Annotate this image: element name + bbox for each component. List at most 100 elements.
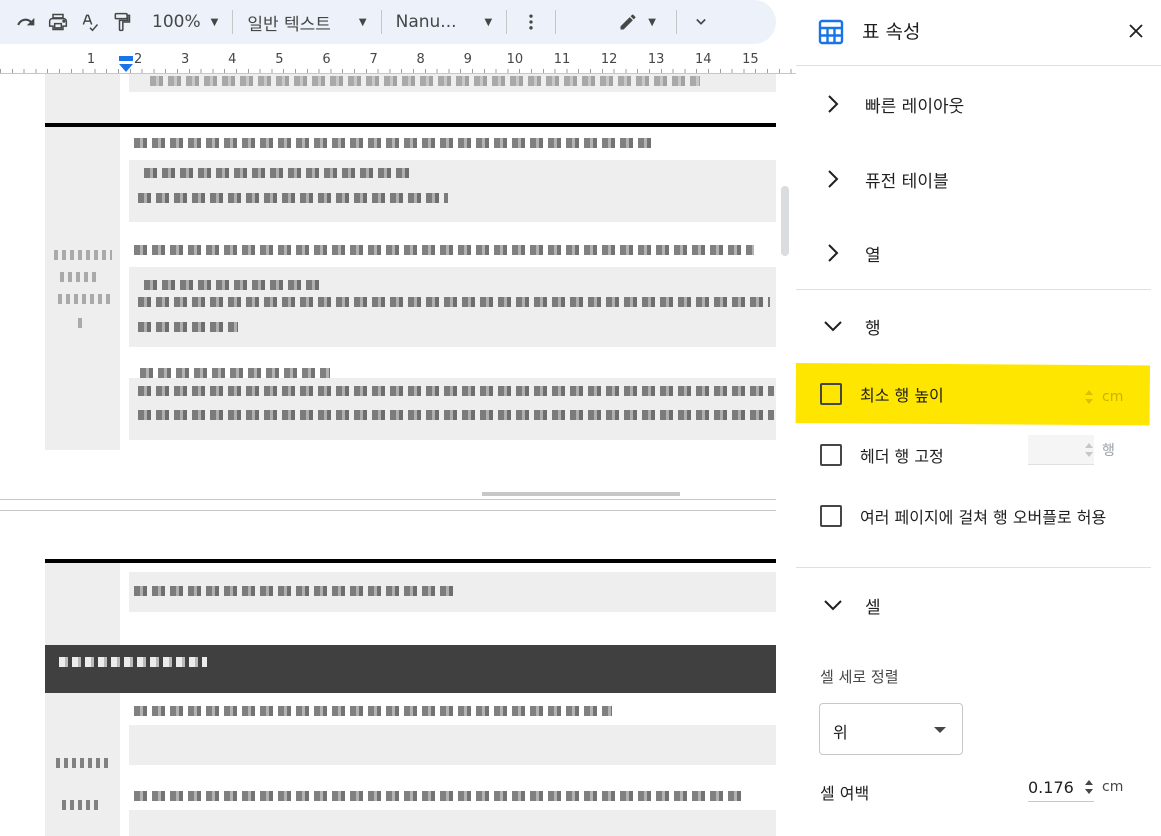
style-value: 일반 텍스트: [247, 14, 331, 35]
pin-header-rows-option[interactable]: 헤더 행 고정: [820, 443, 944, 467]
toolbar-divider: [675, 10, 677, 34]
min-row-height-label: 최소 행 높이: [860, 386, 944, 405]
pin-header-rows-field[interactable]: 행: [1028, 433, 1115, 467]
min-row-height-input[interactable]: [1028, 382, 1094, 412]
blurred-text: [58, 294, 110, 304]
blurred-text: [62, 800, 102, 810]
pin-header-rows-input[interactable]: [1028, 435, 1094, 465]
section-label: 열: [865, 245, 881, 266]
allow-overflow-option[interactable]: 여러 페이지에 걸쳐 행 오버플로 허용: [820, 504, 1106, 528]
ruler-number: 9: [463, 52, 472, 67]
min-row-height-option[interactable]: 최소 행 높이: [820, 382, 944, 406]
unit-label: cm: [1102, 389, 1124, 405]
blurred-text: [60, 272, 100, 282]
chevron-down-icon: [824, 600, 842, 611]
spin-arrows-icon[interactable]: [1084, 441, 1094, 459]
chevron-down-icon: ▼: [484, 16, 493, 28]
close-icon: [1129, 24, 1143, 38]
more-icon[interactable]: [515, 6, 547, 38]
ruler-number: 14: [695, 52, 712, 67]
cell-vertical-align-select[interactable]: 위: [819, 703, 963, 755]
page-break: [0, 499, 776, 500]
table-border: [45, 559, 776, 563]
section-cell[interactable]: 셀: [796, 580, 1161, 630]
blurred-text: [144, 280, 324, 290]
blurred-text: [134, 586, 454, 596]
print-icon[interactable]: [42, 6, 74, 38]
blurred-text: [140, 368, 330, 378]
table-header-row: [45, 645, 776, 693]
pin-header-rows-label: 헤더 행 고정: [860, 447, 944, 466]
close-button[interactable]: [1124, 19, 1148, 43]
section-row[interactable]: 행: [796, 301, 1161, 351]
table-left-column: [45, 74, 120, 124]
blurred-text: [59, 657, 207, 667]
toolbar-divider: [380, 10, 382, 34]
ruler-number: 13: [647, 52, 665, 67]
page-gap-marker: [482, 492, 680, 496]
blurred-text: [144, 168, 409, 178]
chevron-down-icon: ▼: [648, 16, 656, 28]
blurred-text: [138, 322, 238, 332]
cell-padding-field[interactable]: 0.176 cm: [1028, 770, 1123, 804]
table-cell: [129, 725, 776, 765]
pin-header-rows-checkbox[interactable]: [820, 444, 842, 466]
redo-icon[interactable]: [10, 6, 42, 38]
app-root: 100% ▼ 일반 텍스트 ▼ Nanu... ▼ ▼ 1 2 3 4 5 6 …: [0, 0, 1161, 836]
chevron-down-icon: [824, 321, 842, 332]
section-label: 퓨전 테이블: [865, 171, 949, 192]
dropdown-caret-icon: [934, 727, 946, 733]
chevron-down-icon: ▼: [358, 16, 367, 28]
spellcheck-icon[interactable]: [74, 6, 106, 38]
font-dropdown[interactable]: Nanu... ▼: [390, 6, 499, 38]
blurred-text: [138, 386, 774, 396]
section-column[interactable]: 열: [796, 228, 1161, 278]
toolbar-divider: [506, 10, 508, 34]
toolbar: 100% ▼ 일반 텍스트 ▼ Nanu... ▼ ▼: [0, 0, 776, 44]
table-cell: [129, 810, 776, 836]
min-row-height-checkbox[interactable]: [820, 383, 842, 405]
spin-arrows-icon[interactable]: [1084, 388, 1094, 406]
section-label: 행: [865, 318, 881, 339]
min-row-height-field[interactable]: cm: [1028, 380, 1123, 414]
table-border: [45, 123, 776, 127]
blurred-text: [134, 791, 744, 801]
ruler-number: 7: [369, 52, 378, 67]
toolbar-divider: [555, 10, 557, 34]
section-quick-layout[interactable]: 빠른 레이아웃: [796, 79, 1161, 129]
zoom-value: 100%: [152, 12, 201, 32]
ruler-number: 10: [506, 52, 524, 67]
ruler-number: 11: [553, 52, 571, 67]
table-cell: [129, 267, 776, 347]
panel-header: 표 속성: [796, 0, 1161, 66]
ruler-number: 5: [275, 52, 284, 67]
blurred-text: [138, 410, 774, 420]
blurred-text: [54, 250, 112, 260]
indent-marker-icon[interactable]: [119, 56, 133, 72]
blurred-text: [134, 706, 612, 716]
blurred-text: [134, 138, 654, 148]
section-fusion-table[interactable]: 퓨전 테이블: [796, 154, 1161, 204]
page-break: [0, 510, 776, 511]
paint-format-icon[interactable]: [106, 6, 138, 38]
ruler-number: 15: [742, 52, 759, 67]
ruler-number: 4: [228, 52, 237, 67]
blurred-text: [134, 245, 754, 255]
table-properties-panel: 표 속성 빠른 레이아웃 퓨전 테이블 열 행 최소 행 높이 cm 헤더 행 …: [795, 0, 1161, 836]
table-icon: [818, 19, 844, 45]
unit-label: cm: [1102, 779, 1124, 795]
spin-arrows-icon[interactable]: [1084, 778, 1094, 796]
zoom-dropdown[interactable]: 100% ▼: [146, 6, 224, 38]
style-dropdown[interactable]: 일반 텍스트 ▼: [241, 6, 372, 38]
scrollbar[interactable]: [781, 186, 789, 256]
allow-overflow-checkbox[interactable]: [820, 505, 842, 527]
ruler-number: 1: [86, 52, 96, 67]
panel-title: 표 속성: [862, 21, 921, 43]
section-divider: [796, 567, 1151, 568]
collapse-icon[interactable]: [685, 6, 717, 38]
cell-padding-input[interactable]: 0.176: [1028, 772, 1094, 802]
blurred-text: [150, 76, 700, 86]
ruler-number: 3: [181, 52, 190, 67]
ruler-number: 12: [600, 52, 618, 67]
edit-mode-dropdown[interactable]: ▼: [612, 6, 662, 38]
